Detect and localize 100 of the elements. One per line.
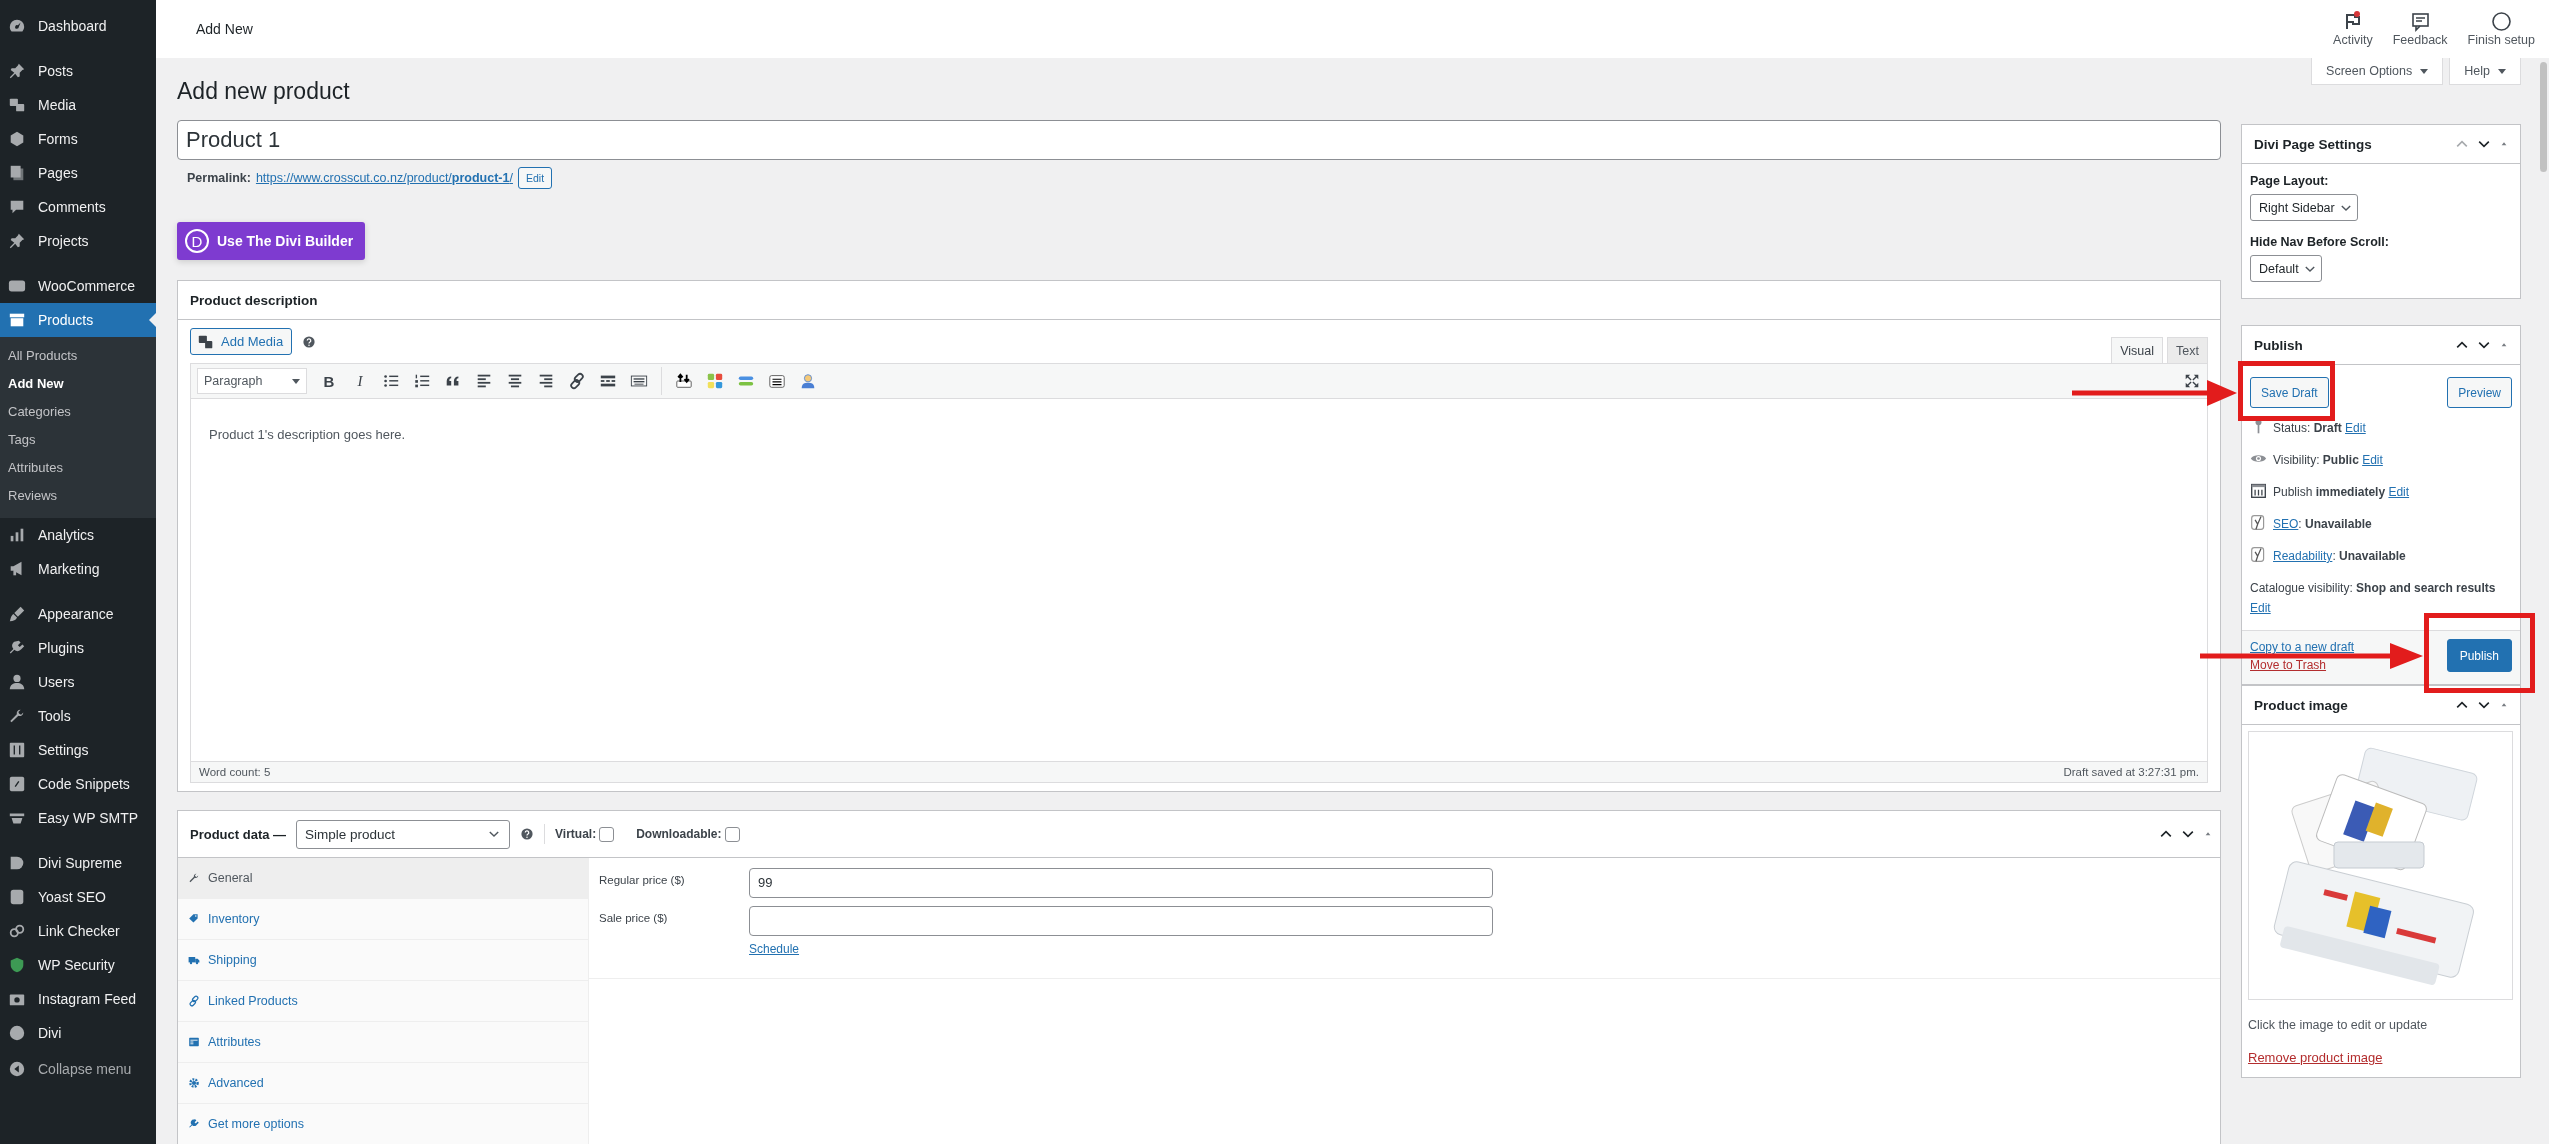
product-data-tab[interactable]: Advanced — [178, 1063, 588, 1104]
arrows-icon[interactable] — [675, 372, 693, 390]
menu-item[interactable]: Products — [0, 303, 156, 337]
editor-tab[interactable]: Visual — [2111, 337, 2164, 363]
setting-select[interactable]: Right Sidebar — [2250, 194, 2358, 221]
image-hint: Click the image to edit or update — [2248, 1018, 2429, 1032]
sliders-icon — [8, 741, 26, 759]
menu-item[interactable]: Forms — [0, 122, 156, 156]
checkbox[interactable] — [599, 826, 615, 842]
copy-draft-link[interactable]: Copy to a new draft — [2250, 640, 2355, 654]
grid-icon[interactable] — [706, 372, 724, 390]
user-icon[interactable] — [799, 372, 817, 390]
meta-link[interactable]: Edit — [2362, 453, 2383, 467]
italic-button[interactable]: I — [351, 372, 369, 390]
format-select[interactable]: Paragraph — [197, 368, 307, 394]
menu-item[interactable]: Analytics — [0, 518, 156, 552]
price-field[interactable] — [749, 906, 1493, 936]
publish-button[interactable]: Publish — [2446, 639, 2512, 672]
submenu-item[interactable]: Tags — [0, 426, 156, 454]
link-icon — [188, 995, 200, 1007]
meta-link[interactable]: Edit — [2250, 601, 2271, 615]
menu-item[interactable]: Code Snippets — [0, 767, 156, 801]
product-data-tab[interactable]: General — [178, 858, 588, 899]
link-icon — [8, 922, 26, 940]
title-field[interactable]: Product 1 — [177, 120, 2221, 160]
link-icon[interactable] — [568, 372, 586, 390]
toolbar-action[interactable]: Activity — [2325, 7, 2381, 51]
truck-icon — [188, 954, 200, 966]
screen-tab[interactable]: Screen Options — [2311, 58, 2444, 85]
menu-item[interactable]: Easy WP SMTP — [0, 801, 156, 835]
schedule-link[interactable]: Schedule — [749, 942, 1493, 956]
menu-item[interactable]: Posts — [0, 54, 156, 88]
menu-item[interactable]: Divi Supreme — [0, 846, 156, 880]
menu-item[interactable]: Appearance — [0, 597, 156, 631]
keyboard-icon[interactable] — [630, 372, 648, 390]
submenu-item[interactable]: All Products — [0, 342, 156, 370]
align-center-icon[interactable] — [506, 372, 524, 390]
collapse-menu-button[interactable]: Collapse menu — [0, 1052, 156, 1086]
checkbox[interactable] — [724, 826, 740, 842]
save-draft-button[interactable]: Save Draft — [2250, 377, 2329, 408]
pages-icon — [8, 164, 26, 182]
setting-select[interactable]: Default — [2250, 255, 2322, 282]
bulleted-list-icon[interactable] — [382, 372, 400, 390]
submenu-item[interactable]: Categories — [0, 398, 156, 426]
menu-item[interactable]: WooCommerce — [0, 269, 156, 303]
menu-item[interactable]: Divi — [0, 1016, 156, 1050]
product-data-tab[interactable]: Shipping — [178, 940, 588, 981]
toolbar-action[interactable]: Feedback — [2384, 7, 2456, 51]
product-data-tab[interactable]: Attributes — [178, 1022, 588, 1063]
product-data-tab[interactable]: Linked Products — [178, 981, 588, 1022]
scrollbar[interactable] — [2540, 62, 2547, 172]
trash-link[interactable]: Move to Trash — [2250, 658, 2355, 672]
permalink-link[interactable]: https://www.crosscut.co.nz/product/product-1/ — [255, 171, 513, 185]
edit-button[interactable]: Edit — [517, 167, 553, 189]
numbered-list-icon[interactable] — [413, 372, 431, 390]
submenu-item[interactable]: Attributes — [0, 454, 156, 482]
align-left-icon[interactable] — [475, 372, 493, 390]
submenu-item[interactable]: Reviews — [0, 482, 156, 510]
collapse-icon — [8, 1060, 26, 1078]
price-field[interactable]: 99 — [749, 868, 1493, 898]
help-icon[interactable] — [302, 334, 317, 349]
brush-icon — [8, 605, 26, 623]
menu-item[interactable]: Plugins — [0, 631, 156, 665]
product-data-tab[interactable]: Get more options — [178, 1104, 588, 1144]
menu-item[interactable]: Settings — [0, 733, 156, 767]
menu-item[interactable]: WP Security — [0, 948, 156, 982]
menu-item[interactable]: Dashboard — [0, 9, 156, 43]
menu-item[interactable]: Marketing — [0, 552, 156, 586]
fullscreen-icon[interactable] — [2183, 372, 2201, 390]
product-type-select[interactable]: Simple product — [296, 819, 511, 849]
remove-image-link[interactable]: Remove product image — [2248, 1050, 2383, 1065]
menu-item[interactable]: Tools — [0, 699, 156, 733]
preview-button[interactable]: Preview — [2447, 377, 2512, 408]
menu-item[interactable]: Link Checker — [0, 914, 156, 948]
menu-item[interactable]: Projects — [0, 224, 156, 258]
add-media-button[interactable]: Add Media — [190, 328, 293, 355]
bold-button[interactable]: B — [320, 372, 338, 390]
help-icon[interactable] — [520, 827, 535, 841]
menu-item[interactable]: Yoast SEO — [0, 880, 156, 914]
screen-tab[interactable]: Help — [2449, 58, 2521, 85]
divi-builder-button[interactable]: D Use The Divi Builder — [177, 222, 366, 260]
permalink-label: Permalink: — [187, 171, 251, 185]
panel-title: Product data — — [190, 826, 287, 842]
toolbar-action[interactable]: Finish setup — [2459, 7, 2543, 51]
description-text: Product 1's description goes here. — [209, 427, 407, 442]
menu-item[interactable]: Users — [0, 665, 156, 699]
product-data-tab[interactable]: Inventory — [178, 899, 588, 940]
menu-item[interactable]: Media — [0, 88, 156, 122]
menu-item[interactable]: Instagram Feed — [0, 982, 156, 1016]
submenu-item[interactable]: Add New — [0, 370, 156, 398]
align-right-icon[interactable] — [537, 372, 555, 390]
list-box-icon[interactable] — [768, 372, 786, 390]
gear-icon — [188, 1077, 200, 1089]
meta-link[interactable]: Edit — [2388, 485, 2410, 499]
meta-link[interactable]: Edit — [2345, 421, 2366, 435]
menu-item[interactable]: Comments — [0, 190, 156, 224]
menu-item[interactable]: Pages — [0, 156, 156, 190]
editor-tab[interactable]: Text — [2167, 337, 2208, 363]
meta-text: Publish immediately Edit — [2273, 484, 2410, 501]
field-label: Regular price ($) — [599, 873, 686, 888]
